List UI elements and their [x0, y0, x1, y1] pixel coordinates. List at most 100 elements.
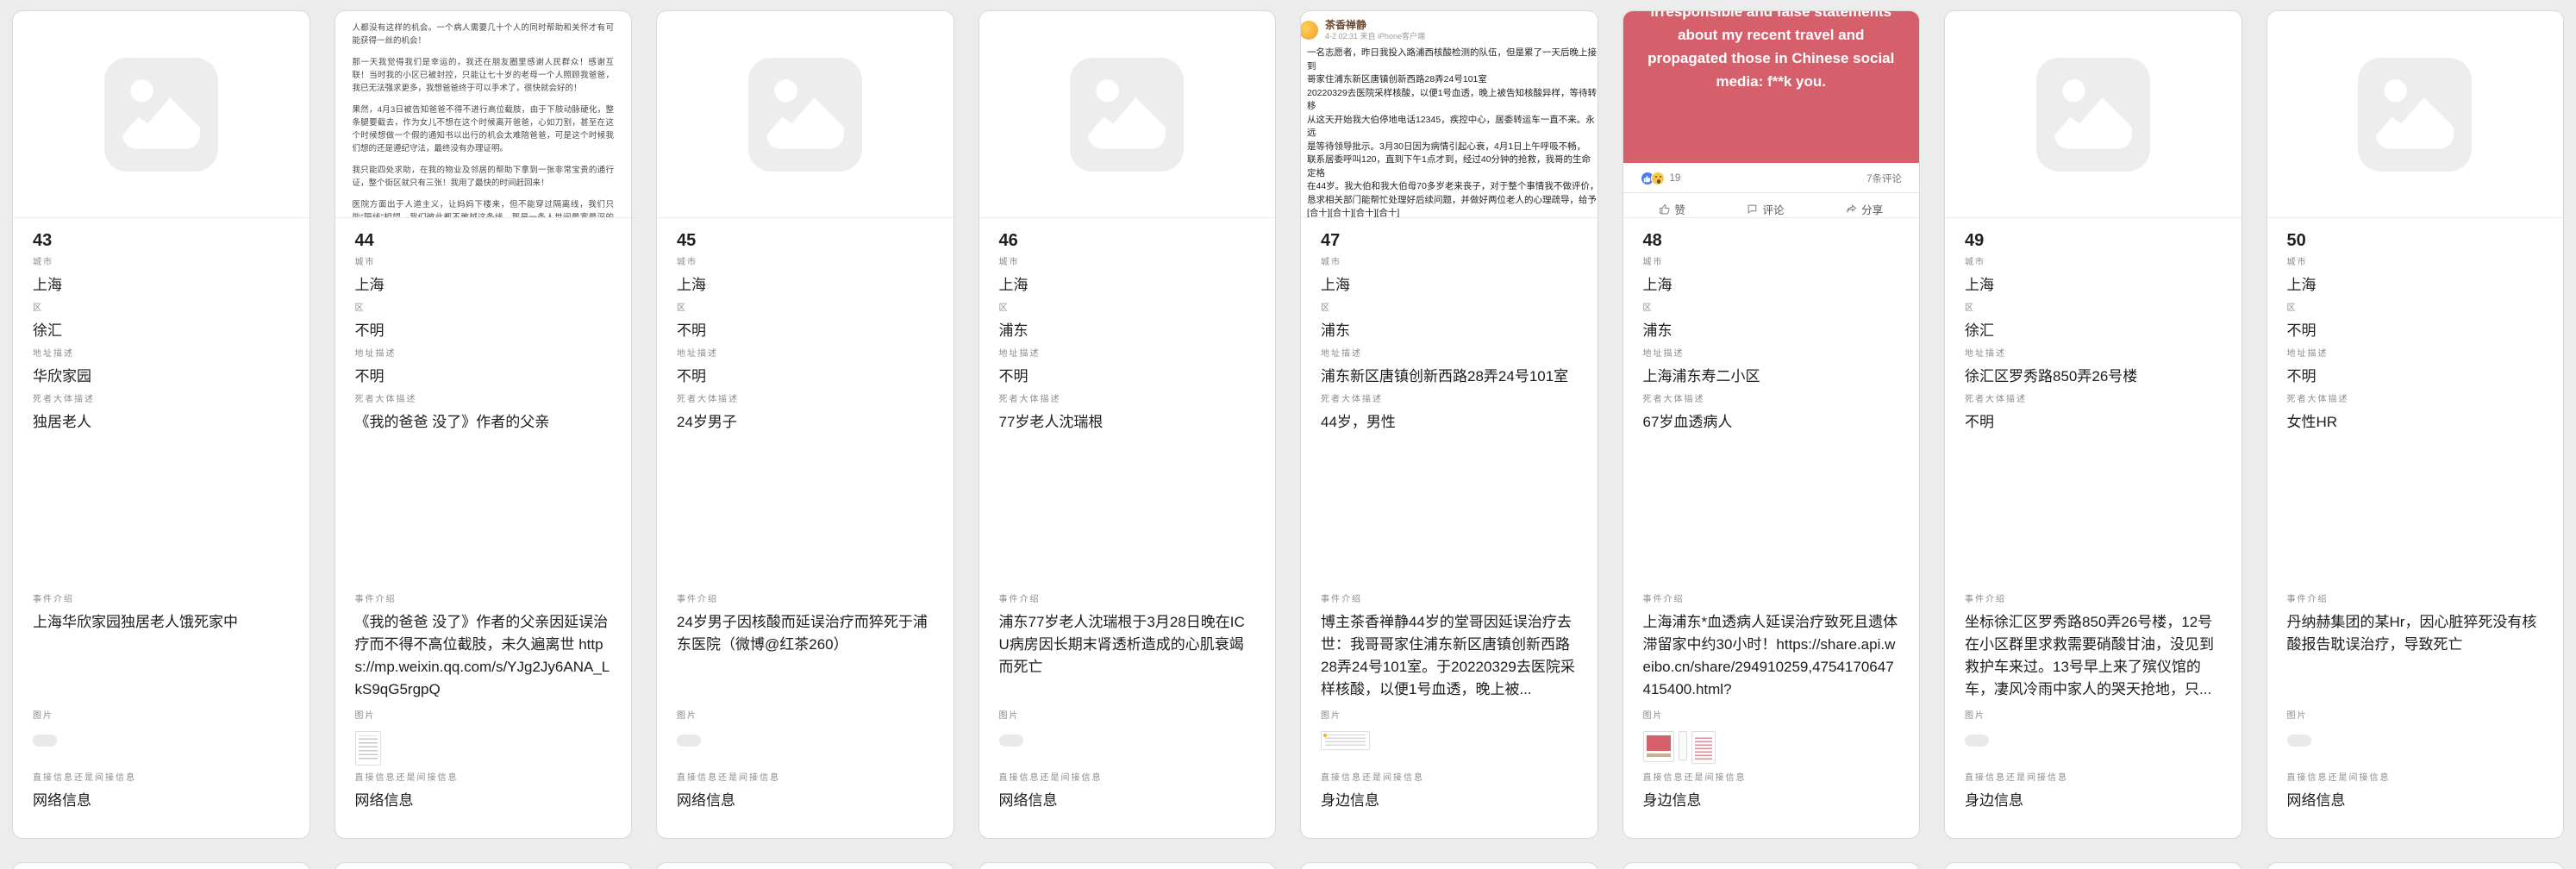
gallery-board: 43 城市上海 区徐汇 地址描述华欣家园 死者大体描述独居老人 事件介绍上海华欣…: [0, 0, 2576, 869]
attachment-thumbnail[interactable]: [1691, 731, 1716, 764]
record-card[interactable]: 43 城市上海 区徐汇 地址描述华欣家园 死者大体描述独居老人 事件介绍上海华欣…: [12, 10, 310, 839]
field-label-source: 直接信息还是间接信息: [1643, 773, 1900, 784]
attachment-thumbnail[interactable]: [1321, 731, 1370, 750]
deceased-value: 77岁老人沈瑞根: [999, 411, 1256, 588]
attachment-thumbnail[interactable]: [355, 731, 381, 766]
wow-face-icon: [1651, 172, 1665, 185]
record-number: 49: [1965, 230, 2222, 251]
record-number: 46: [999, 230, 1256, 251]
field-label-city: 城市: [355, 258, 612, 268]
address-value: 不明: [999, 366, 1256, 388]
card-cover-weibo: 茶香禅静 4-2 02:31 来自 iPhone客户端 一名志愿者，昨日我投入路…: [1301, 11, 1597, 218]
record-card[interactable]: irresponsible and false statements about…: [1623, 10, 1921, 839]
source-value: 身边信息: [1965, 790, 2222, 812]
record-card[interactable]: 人都没有这样的机会。一个病人需要几十个人的同时帮助和关怀才有可能获得一丝的机会！…: [335, 10, 633, 839]
district-value: 不明: [2287, 320, 2544, 342]
event-value: 博主茶香禅静44岁的堂哥因延误治疗去世：我哥哥家住浦东新区唐镇创新西路28弄24…: [1321, 611, 1578, 704]
event-value: 丹纳赫集团的某Hr，因心脏猝死没有核酸报告耽误治疗，导致死亡: [2287, 611, 2544, 704]
record-card[interactable]: 50 城市上海 区不明 地址描述不明 死者大体描述女性HR 事件介绍丹纳赫集团的…: [2267, 10, 2565, 839]
record-card[interactable]: 46 城市上海 区浦东 地址描述不明 死者大体描述77岁老人沈瑞根 事件介绍浦东…: [979, 10, 1277, 839]
comment-icon: [1747, 203, 1758, 215]
record-card[interactable]: [12, 862, 310, 869]
city-value: 上海: [999, 274, 1256, 297]
field-label-district: 区: [1965, 303, 2222, 314]
deceased-value: 《我的爸爸 没了》作者的父亲: [355, 411, 612, 588]
like-icon: [1659, 203, 1670, 215]
attachment-thumbnail[interactable]: [2287, 735, 2311, 747]
event-value: 上海浦东*血透病人延误治疗致死且遗体滞留家中约30小时！https://shar…: [1643, 611, 1900, 704]
weibo-timestamp: 4-2 02:31 来自 iPhone客户端: [1325, 31, 1425, 41]
card-cover: [13, 11, 309, 218]
field-label-images: 图片: [33, 711, 290, 722]
field-label-deceased: 死者大体描述: [1321, 395, 1578, 405]
weibo-username: 茶香禅静: [1325, 19, 1425, 31]
field-label-district: 区: [999, 303, 1256, 314]
attachment-thumbnail[interactable]: [1965, 735, 1989, 747]
facebook-post-text: irresponsible and false statements about…: [1644, 11, 1899, 163]
source-value: 身边信息: [1643, 790, 1900, 812]
field-label-city: 城市: [2287, 258, 2544, 268]
field-label-district: 区: [677, 303, 934, 314]
record-card[interactable]: [656, 862, 954, 869]
record-number: 45: [677, 230, 934, 251]
weibo-post-text: 一名志愿者，昨日我投入路浦西核酸检测的队伍，但是累了一天后晚上接到 哥家住浦东新…: [1307, 47, 1597, 218]
field-label-district: 区: [355, 303, 612, 314]
field-label-event: 事件介绍: [33, 595, 290, 605]
image-placeholder-icon: [104, 58, 218, 172]
facebook-post-background: irresponsible and false statements about…: [1623, 11, 1920, 163]
record-card[interactable]: 45 城市上海 区不明 地址描述不明 死者大体描述24岁男子 事件介绍24岁男子…: [656, 10, 954, 839]
field-label-district: 区: [1643, 303, 1900, 314]
field-label-city: 城市: [1321, 258, 1578, 268]
card-cover-article: 人都没有这样的机会。一个病人需要几十个人的同时帮助和关怀才有可能获得一丝的机会！…: [335, 11, 632, 218]
field-label-images: 图片: [999, 711, 1256, 722]
address-value: 华欣家园: [33, 366, 290, 388]
card-cover-facebook: irresponsible and false statements about…: [1623, 11, 1920, 218]
city-value: 上海: [1643, 274, 1900, 297]
avatar: [1301, 21, 1318, 40]
record-number: 43: [33, 230, 290, 251]
event-value: 坐标徐汇区罗秀路850弄26号楼，12号在小区群里求救需要硝酸甘油，没见到救护车…: [1965, 611, 2222, 704]
record-card[interactable]: 49 城市上海 区徐汇 地址描述徐汇区罗秀路850弄26号楼 死者大体描述不明 …: [1944, 10, 2242, 839]
like-button[interactable]: 赞: [1659, 201, 1685, 217]
record-card[interactable]: [1300, 862, 1598, 869]
field-label-address: 地址描述: [999, 349, 1256, 359]
record-card[interactable]: [2267, 862, 2565, 869]
share-button[interactable]: 分享: [1846, 201, 1883, 217]
attachment-thumbnail[interactable]: [677, 735, 701, 747]
field-label-city: 城市: [1965, 258, 2222, 268]
deceased-value: 67岁血透病人: [1643, 411, 1900, 588]
record-card[interactable]: [1623, 862, 1921, 869]
field-label-address: 地址描述: [1965, 349, 2222, 359]
source-value: 身边信息: [1321, 790, 1578, 812]
event-value: 上海华欣家园独居老人饿死家中: [33, 611, 290, 704]
comment-button[interactable]: 评论: [1747, 201, 1784, 217]
event-value: 浦东77岁老人沈瑞根于3月28日晚在ICU病房因长期末肾透析造成的心肌衰竭而死亡: [999, 611, 1256, 704]
record-number: 48: [1643, 230, 1900, 251]
city-value: 上海: [33, 274, 290, 297]
comment-count[interactable]: 7条评论: [1866, 172, 1902, 185]
district-value: 不明: [355, 320, 612, 342]
attachment-thumbnail[interactable]: [1679, 731, 1687, 760]
source-value: 网络信息: [677, 790, 934, 812]
field-label-city: 城市: [33, 258, 290, 268]
record-card[interactable]: 茶香禅静 4-2 02:31 来自 iPhone客户端 一名志愿者，昨日我投入路…: [1300, 10, 1598, 839]
city-value: 上海: [355, 274, 612, 297]
deceased-value: 女性HR: [2287, 411, 2544, 588]
district-value: 浦东: [1643, 320, 1900, 342]
field-label-district: 区: [33, 303, 290, 314]
share-icon: [1846, 203, 1857, 215]
record-card[interactable]: [979, 862, 1277, 869]
field-label-deceased: 死者大体描述: [999, 395, 1256, 405]
card-cover: [979, 11, 1276, 218]
record-card[interactable]: [335, 862, 633, 869]
attachment-thumbnail[interactable]: [1643, 731, 1674, 762]
image-placeholder-icon: [1070, 58, 1184, 172]
attachment-thumbnail[interactable]: [999, 735, 1023, 747]
field-label-event: 事件介绍: [2287, 595, 2544, 605]
image-placeholder-icon: [2358, 58, 2472, 172]
attachment-thumbnail[interactable]: [33, 735, 57, 747]
record-card[interactable]: [1944, 862, 2242, 869]
source-value: 网络信息: [355, 790, 612, 812]
field-label-address: 地址描述: [1643, 349, 1900, 359]
field-label-event: 事件介绍: [677, 595, 934, 605]
